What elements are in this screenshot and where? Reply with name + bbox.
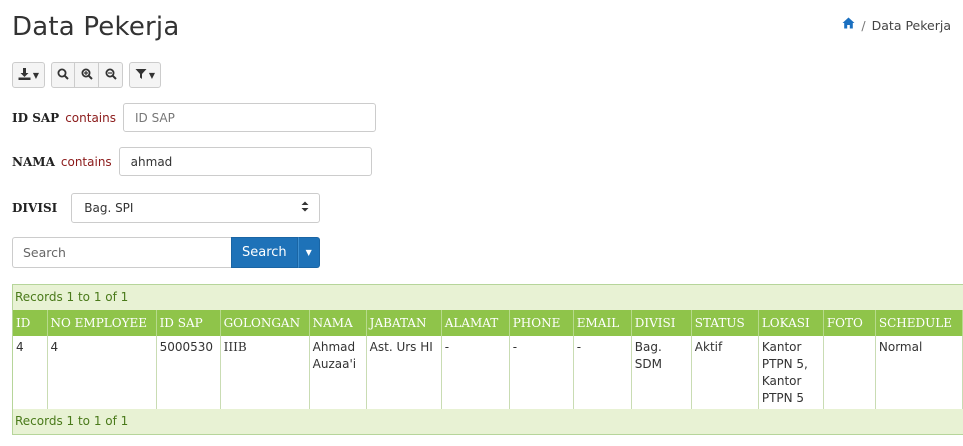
zoom-out-icon [105, 68, 117, 83]
cell-status: Aktif [691, 336, 759, 409]
column-header-alamat[interactable]: ALAMAT [441, 310, 510, 336]
cell-email: - [573, 336, 632, 409]
column-header-email[interactable]: EMAIL [573, 310, 632, 336]
cell-divisi: Bag. SDM [631, 336, 692, 409]
filter-group: ▼ [129, 62, 161, 88]
column-header-jabatan[interactable]: JABATAN [366, 310, 442, 336]
table-header-row: ID NO EMPLOYEE ID SAP GOLONGAN NAMA JABA… [13, 310, 963, 336]
column-header-golongan[interactable]: GOLONGAN [220, 310, 310, 336]
home-icon[interactable] [842, 17, 855, 33]
cell-id-sap: 5000530 [156, 336, 221, 409]
chevron-down-icon: ▼ [32, 70, 40, 80]
breadcrumb: / Data Pekerja [842, 17, 951, 33]
column-header-foto[interactable]: FOTO [823, 310, 876, 336]
cell-alamat: - [441, 336, 510, 409]
filter-id-sap: ID SAP contains [12, 103, 376, 132]
cell-phone: - [509, 336, 574, 409]
cell-schedule: Normal [875, 336, 963, 409]
table-row[interactable]: 4 4 5000530 IIIB Ahmad Auzaa'i Ast. Urs … [13, 336, 963, 409]
chevron-down-icon: ▼ [305, 248, 312, 257]
zoom-group [51, 62, 123, 88]
filter-label-nama: NAMA [12, 154, 55, 169]
nama-field[interactable] [118, 147, 372, 176]
column-header-id[interactable]: ID [13, 310, 48, 336]
column-header-phone[interactable]: PHONE [509, 310, 574, 336]
download-icon [18, 67, 31, 83]
zoom-out-button[interactable] [99, 62, 123, 88]
data-table: ID NO EMPLOYEE ID SAP GOLONGAN NAMA JABA… [13, 310, 963, 409]
filter-label-id-sap: ID SAP [12, 110, 60, 125]
search-button[interactable]: Search [231, 237, 298, 268]
cell-foto [823, 336, 876, 409]
divisi-selected: Bag. SPI [84, 201, 134, 215]
records-info-top: Records 1 to 1 of 1 [13, 285, 963, 310]
column-header-no-employee[interactable]: NO EMPLOYEE [47, 310, 157, 336]
records-info-bottom: Records 1 to 1 of 1 [13, 409, 963, 434]
column-header-nama[interactable]: NAMA [309, 310, 367, 336]
chevron-down-icon: ▼ [148, 70, 156, 80]
cell-id: 4 [13, 336, 48, 409]
export-button[interactable]: ▼ [12, 62, 45, 88]
search-toggle-button[interactable] [51, 62, 75, 88]
zoom-in-button[interactable] [75, 62, 99, 88]
select-arrows-icon [301, 201, 309, 215]
column-header-lokasi[interactable]: LOKASI [758, 310, 824, 336]
column-header-divisi[interactable]: DIVISI [631, 310, 692, 336]
breadcrumb-current: Data Pekerja [871, 17, 951, 33]
divisi-select[interactable]: Bag. SPI [71, 193, 321, 223]
export-group: ▼ [12, 62, 45, 88]
filter-operator-nama: contains [60, 154, 112, 169]
cell-jabatan: Ast. Urs HI [366, 336, 442, 409]
cell-lokasi: Kantor PTPN 5, Kantor PTPN 5 [758, 336, 824, 409]
data-grid: Records 1 to 1 of 1 ID NO EMPLOYEE ID SA… [12, 284, 963, 435]
breadcrumb-separator: / [861, 17, 866, 33]
cell-nama: Ahmad Auzaa'i [309, 336, 367, 409]
cell-golongan: IIIB [220, 336, 310, 409]
toolbar: ▼ ▼ [12, 62, 161, 88]
search-icon [57, 68, 69, 83]
filter-button[interactable]: ▼ [129, 62, 161, 88]
search-bar: Search ▼ [12, 237, 320, 268]
zoom-in-icon [81, 68, 93, 83]
column-header-schedule[interactable]: SCHEDULE [875, 310, 963, 336]
column-header-id-sap[interactable]: ID SAP [156, 310, 221, 336]
page-title: Data Pekerja [12, 12, 180, 42]
column-header-status[interactable]: STATUS [691, 310, 759, 336]
id-sap-field[interactable] [123, 103, 376, 132]
search-options-button[interactable]: ▼ [297, 237, 320, 268]
filter-icon [135, 68, 147, 83]
filter-label-divisi: DIVISI [12, 201, 58, 215]
search-input[interactable] [12, 237, 231, 268]
filter-divisi: DIVISI Bag. SPI [12, 193, 321, 223]
filter-operator-id-sap: contains [65, 110, 116, 125]
cell-no-employee: 4 [47, 336, 157, 409]
filter-nama: NAMA contains [12, 147, 372, 176]
